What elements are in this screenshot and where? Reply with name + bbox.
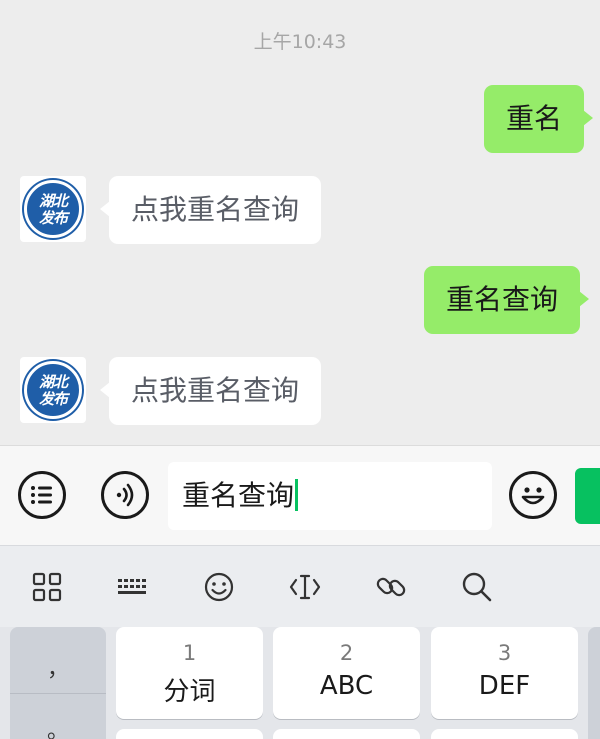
- key-1-label: 分词: [163, 677, 216, 707]
- key-1-number: 1: [182, 641, 197, 665]
- outgoing-message-bubble[interactable]: 重名: [484, 85, 594, 153]
- list-icon: [31, 486, 52, 504]
- incoming-message-bubble[interactable]: 点我重名查询: [99, 357, 322, 425]
- grid-icon[interactable]: [30, 570, 64, 604]
- keyboard-icon[interactable]: [116, 570, 150, 604]
- avatar-text-line2: 发布: [38, 390, 68, 408]
- comma-key[interactable]: ，: [10, 651, 106, 683]
- chat-area[interactable]: 上午10:43 重名 湖北 发布 点我重名查询 重名查询 湖北 发布 点我重名查…: [0, 0, 600, 445]
- keyboard-right-column[interactable]: [588, 627, 600, 739]
- search-icon[interactable]: [460, 570, 494, 604]
- avatar-text-line2: 发布: [38, 209, 68, 227]
- avatar-text-line1: 湖北: [38, 373, 68, 391]
- period-key[interactable]: 。: [10, 713, 106, 739]
- link-icon[interactable]: [374, 570, 408, 604]
- menu-toggle-button[interactable]: [18, 471, 66, 519]
- key-row2-partial[interactable]: [273, 729, 420, 739]
- smile-icon[interactable]: [202, 570, 236, 604]
- key-2-label: ABC: [319, 671, 374, 701]
- message-input-value: 重名查询: [182, 479, 295, 512]
- key-2-number: 2: [339, 641, 354, 665]
- key-1[interactable]: 1 分词: [116, 627, 263, 719]
- keyboard-toolbar: [0, 545, 600, 627]
- key-row2-partial[interactable]: [116, 729, 263, 739]
- key-3-label: DEF: [478, 671, 531, 701]
- voice-icon: [116, 483, 134, 507]
- hubei-fabu-logo-icon: 湖北 发布: [24, 361, 82, 419]
- send-button[interactable]: [575, 468, 600, 524]
- key-3[interactable]: 3 DEF: [431, 627, 578, 719]
- key-row2-partial[interactable]: [431, 729, 578, 739]
- message-timestamp: 上午10:43: [253, 31, 347, 53]
- bot-avatar[interactable]: 湖北 发布: [20, 357, 86, 423]
- avatar-text-line1: 湖北: [38, 192, 68, 210]
- voice-input-button[interactable]: [101, 471, 149, 519]
- incoming-message-bubble[interactable]: 点我重名查询: [99, 176, 322, 244]
- key-3-number: 3: [497, 641, 512, 665]
- emoji-button[interactable]: [509, 471, 557, 519]
- message-text-input[interactable]: 重名查询: [168, 462, 492, 530]
- text-caret: [295, 479, 299, 511]
- cursor-icon[interactable]: [288, 570, 322, 604]
- bot-avatar[interactable]: 湖北 发布: [20, 176, 86, 242]
- hubei-fabu-logo-icon: 湖北 发布: [24, 180, 82, 238]
- emoji-icon: [521, 487, 545, 505]
- outgoing-message-bubble[interactable]: 重名查询: [424, 266, 590, 334]
- punctuation-column: ， 。: [10, 627, 106, 739]
- message-input-bar: 重名查询: [0, 445, 600, 545]
- key-2[interactable]: 2 ABC: [273, 627, 420, 719]
- punctuation-divider: [10, 693, 106, 694]
- keyboard: ， 。 1 分词 2 ABC 3 DEF: [0, 627, 600, 739]
